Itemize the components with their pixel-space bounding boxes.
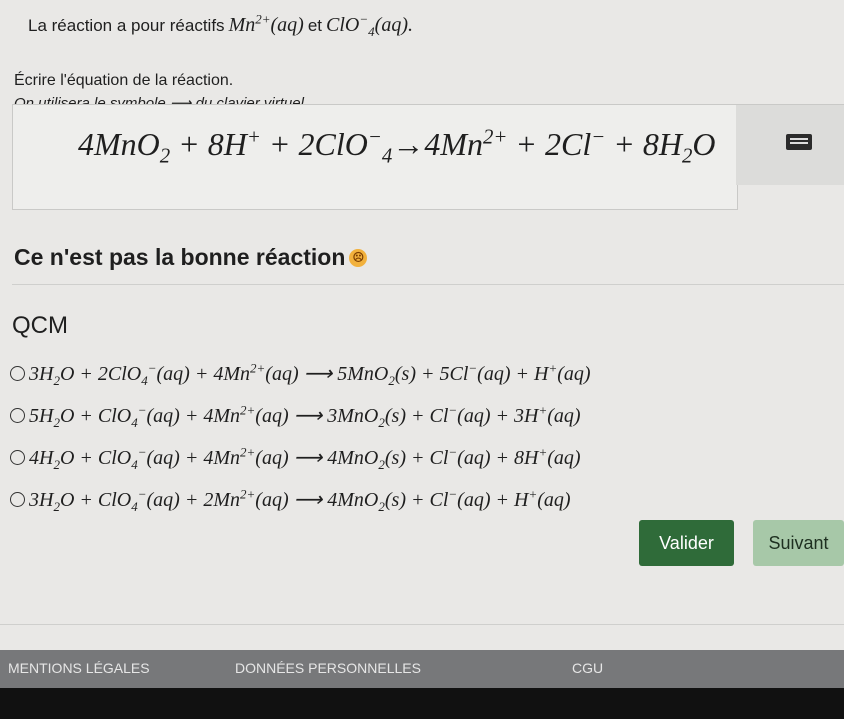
qcm-title: QCM: [12, 312, 68, 339]
qcm-option-1[interactable]: 3H2O + 2ClO4−(aq) + 4Mn2+(aq) ⟶ 5MnO2(s)…: [10, 352, 591, 394]
next-button[interactable]: Suivant: [753, 520, 844, 566]
qcm-option-3[interactable]: 4H2O + ClO4−(aq) + 4Mn2+(aq) ⟶ 4MnO2(s) …: [10, 436, 591, 478]
keyboard-icon[interactable]: [786, 134, 812, 150]
validate-button[interactable]: Valider: [639, 520, 734, 566]
radio-button[interactable]: [10, 449, 25, 465]
intro-label: La réaction a pour réactifs: [28, 16, 225, 35]
feedback-message: Ce n'est pas la bonne réaction ☹: [14, 244, 368, 271]
divider: [12, 284, 844, 285]
qcm-option-2[interactable]: 5H2O + ClO4−(aq) + 4Mn2+(aq) ⟶ 3MnO2(s) …: [10, 394, 591, 436]
radio-button[interactable]: [10, 365, 25, 381]
answer-equation[interactable]: 4MnO2 + 8H+ + 2ClO−4→4Mn2+ + 2Cl− + 8H2O: [78, 126, 716, 166]
reactant-clo4: ClO−4(aq).: [326, 11, 413, 39]
sad-face-icon: ☹: [349, 248, 368, 267]
footer-link-legal[interactable]: MENTIONS LÉGALES: [8, 660, 150, 676]
footer-link-personal-data[interactable]: DONNÉES PERSONNELLES: [235, 660, 421, 676]
reactant-mn: Mn2+(aq): [228, 11, 304, 36]
footer-divider: [0, 624, 844, 625]
qcm-option-4[interactable]: 3H2O + ClO4−(aq) + 2Mn2+(aq) ⟶ 4MnO2(s) …: [10, 478, 591, 520]
footer-link-cgu[interactable]: CGU: [572, 660, 603, 676]
intro-conj: et: [307, 16, 323, 35]
footer: MENTIONS LÉGALES DONNÉES PERSONNELLES CG…: [0, 650, 844, 688]
intro-text: La réaction a pour réactifs Mn2+(aq) et …: [28, 11, 413, 39]
option-equation: 5H2O + ClO4−(aq) + 4Mn2+(aq) ⟶ 3MnO2(s) …: [29, 401, 581, 430]
option-equation: 3H2O + ClO4−(aq) + 2Mn2+(aq) ⟶ 4MnO2(s) …: [29, 485, 571, 514]
instruction: Écrire l'équation de la réaction.: [14, 72, 234, 89]
radio-button[interactable]: [10, 491, 25, 507]
option-equation: 4H2O + ClO4−(aq) + 4Mn2+(aq) ⟶ 4MnO2(s) …: [29, 443, 581, 472]
bottom-bar: [0, 688, 844, 719]
radio-button[interactable]: [10, 407, 25, 423]
qcm-options: 3H2O + 2ClO4−(aq) + 4Mn2+(aq) ⟶ 5MnO2(s)…: [10, 352, 591, 520]
option-equation: 3H2O + 2ClO4−(aq) + 4Mn2+(aq) ⟶ 5MnO2(s)…: [29, 359, 591, 388]
